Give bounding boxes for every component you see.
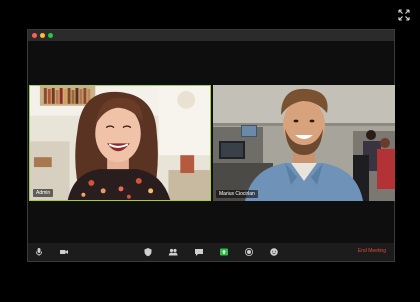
reactions-icon[interactable] (269, 247, 279, 257)
meeting-toolbar: End Meeting (28, 243, 394, 261)
maximize-window-button[interactable] (48, 33, 53, 38)
participant-name-label: Admin (33, 189, 54, 197)
chat-icon[interactable] (194, 247, 204, 257)
close-window-button[interactable] (32, 33, 37, 38)
fullscreen-icon[interactable] (398, 9, 410, 21)
security-icon[interactable] (143, 247, 153, 257)
participant-name-label: Marius Ciocirlan (216, 190, 258, 198)
video-tile-admin[interactable]: Admin (29, 85, 211, 201)
participant-video-admin (30, 86, 210, 200)
end-meeting-button[interactable]: End Meeting (358, 248, 386, 254)
title-bar (28, 30, 394, 41)
mic-icon[interactable] (34, 247, 44, 257)
video-camera-icon[interactable] (59, 247, 69, 257)
meeting-window: Admin Marius Ciocirlan End Meeting (27, 29, 395, 262)
video-tile-marius[interactable]: Marius Ciocirlan (213, 85, 395, 201)
participant-video-marius (213, 85, 395, 201)
participants-icon[interactable] (168, 247, 178, 257)
minimize-window-button[interactable] (40, 33, 45, 38)
share-screen-icon[interactable] (219, 247, 229, 257)
record-icon[interactable] (244, 247, 254, 257)
